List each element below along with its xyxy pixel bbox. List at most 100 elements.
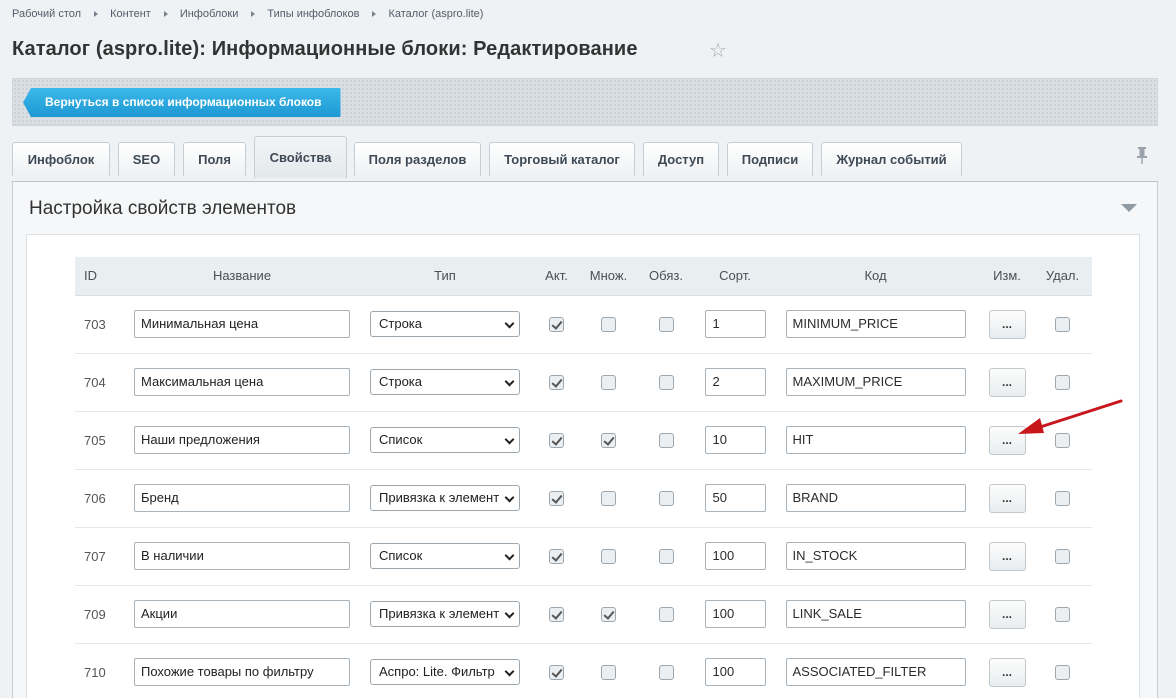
type-cell: Список: [362, 527, 528, 586]
chevron-down-icon: [504, 318, 515, 329]
required-checkbox[interactable]: [658, 548, 674, 564]
code-input[interactable]: LINK_SALE: [785, 600, 966, 628]
delete-checkbox[interactable]: [1055, 664, 1070, 680]
tab-access[interactable]: Доступ: [643, 142, 719, 176]
multiple-checkbox[interactable]: [601, 548, 616, 564]
back-to-list-button[interactable]: Вернуться в список информационных блоков: [23, 88, 341, 117]
breadcrumb-item-content[interactable]: Контент: [110, 8, 151, 20]
sort-input[interactable]: 100: [704, 542, 766, 570]
tab-seo[interactable]: SEO: [118, 142, 175, 176]
tab-fields[interactable]: Поля: [183, 142, 246, 176]
property-name-input[interactable]: Акции: [134, 600, 350, 628]
sort-input[interactable]: 1: [704, 310, 766, 338]
property-type-value: Аспро: Lite. Фильтр: [379, 664, 495, 679]
row-id: 709: [75, 585, 122, 644]
multiple-checkbox[interactable]: [601, 374, 616, 390]
delete-cell: [1033, 469, 1092, 528]
sort-input[interactable]: 100: [704, 600, 766, 628]
breadcrumb-separator-icon: [94, 11, 99, 17]
code-cell: LINK_SALE: [770, 585, 981, 644]
property-name-input[interactable]: Минимальная цена: [134, 310, 350, 338]
delete-checkbox[interactable]: [1055, 606, 1070, 622]
multiple-checkbox[interactable]: [601, 432, 616, 448]
breadcrumb-item-iblocks[interactable]: Инфоблоки: [180, 8, 239, 20]
tab-event-log[interactable]: Журнал событий: [821, 142, 962, 176]
code-input[interactable]: BRAND: [785, 484, 966, 512]
active-checkbox[interactable]: [549, 606, 564, 622]
active-checkbox[interactable]: [549, 374, 564, 390]
required-checkbox[interactable]: [658, 374, 674, 390]
property-type-select[interactable]: Строка: [370, 311, 520, 337]
property-type-select[interactable]: Список: [370, 543, 520, 569]
multiple-checkbox[interactable]: [601, 664, 616, 680]
active-checkbox[interactable]: [549, 664, 564, 680]
type-cell: Строка: [362, 353, 528, 412]
required-checkbox[interactable]: [658, 664, 674, 680]
edit-cell: ...: [981, 295, 1033, 354]
edit-property-button[interactable]: ...: [988, 599, 1026, 629]
property-name-input[interactable]: Максимальная цена: [134, 368, 350, 396]
edit-property-button[interactable]: ...: [988, 483, 1026, 513]
delete-checkbox[interactable]: [1055, 374, 1070, 390]
property-name-input[interactable]: Бренд: [134, 484, 350, 512]
property-type-select[interactable]: Строка: [370, 369, 520, 395]
property-name-input[interactable]: Похожие товары по фильтру: [134, 658, 350, 686]
tab-iblock[interactable]: Инфоблок: [12, 142, 110, 176]
breadcrumb-separator-icon: [251, 11, 256, 17]
tab-section-fields[interactable]: Поля разделов: [354, 142, 481, 176]
pin-icon[interactable]: [1134, 146, 1150, 164]
code-input[interactable]: MINIMUM_PRICE: [785, 310, 966, 338]
property-name-input[interactable]: Наши предложения: [134, 426, 350, 454]
edit-property-button[interactable]: ...: [988, 309, 1026, 339]
code-cell: HIT: [770, 411, 981, 470]
active-checkbox[interactable]: [549, 548, 564, 564]
sort-cell: 1: [700, 295, 770, 354]
required-checkbox[interactable]: [658, 606, 674, 622]
property-type-select[interactable]: Аспро: Lite. Фильтр: [370, 659, 520, 685]
property-type-select[interactable]: Привязка к элемент: [370, 485, 520, 511]
breadcrumb-item-desktop[interactable]: Рабочий стол: [12, 8, 81, 20]
property-name-input[interactable]: В наличии: [134, 542, 350, 570]
edit-property-button[interactable]: ...: [988, 657, 1026, 687]
property-type-select[interactable]: Привязка к элемент: [370, 601, 520, 627]
sort-input[interactable]: 2: [704, 368, 766, 396]
required-checkbox[interactable]: [658, 490, 674, 506]
code-cell: BRAND: [770, 469, 981, 528]
active-checkbox[interactable]: [549, 490, 564, 506]
chevron-down-icon: [504, 492, 515, 503]
delete-checkbox[interactable]: [1055, 548, 1070, 564]
multiple-cell: [585, 411, 632, 470]
required-checkbox[interactable]: [658, 432, 674, 448]
breadcrumb-item-catalog[interactable]: Каталог (aspro.lite): [388, 8, 483, 20]
code-input[interactable]: IN_STOCK: [785, 542, 966, 570]
tab-trade-catalog[interactable]: Торговый каталог: [489, 142, 635, 176]
star-icon[interactable]: ☆: [709, 40, 727, 62]
row-id: 704: [75, 353, 122, 412]
delete-checkbox[interactable]: [1055, 316, 1070, 332]
code-input[interactable]: HIT: [785, 426, 966, 454]
chevron-down-icon[interactable]: [1121, 204, 1137, 212]
active-checkbox[interactable]: [549, 432, 564, 448]
edit-property-button[interactable]: ...: [988, 541, 1026, 571]
sort-input[interactable]: 50: [704, 484, 766, 512]
delete-checkbox[interactable]: [1055, 490, 1070, 506]
multiple-checkbox[interactable]: [601, 490, 616, 506]
code-input[interactable]: ASSOCIATED_FILTER: [785, 658, 966, 686]
edit-property-button[interactable]: ...: [988, 367, 1026, 397]
name-cell: Наши предложения: [122, 411, 362, 470]
breadcrumb-item-iblock-types[interactable]: Типы инфоблоков: [267, 8, 359, 20]
active-checkbox[interactable]: [549, 316, 564, 332]
multiple-checkbox[interactable]: [601, 606, 616, 622]
multiple-checkbox[interactable]: [601, 316, 616, 332]
code-input[interactable]: MAXIMUM_PRICE: [785, 368, 966, 396]
active-cell: [528, 411, 585, 470]
sort-cell: 2: [700, 353, 770, 412]
sort-input[interactable]: 10: [704, 426, 766, 454]
tab-labels[interactable]: Подписи: [727, 142, 813, 176]
edit-property-button[interactable]: ...: [988, 425, 1026, 455]
delete-checkbox[interactable]: [1055, 432, 1070, 448]
property-type-select[interactable]: Список: [370, 427, 520, 453]
required-checkbox[interactable]: [658, 316, 674, 332]
sort-input[interactable]: 100: [704, 658, 766, 686]
tab-properties[interactable]: Свойства: [254, 136, 347, 178]
